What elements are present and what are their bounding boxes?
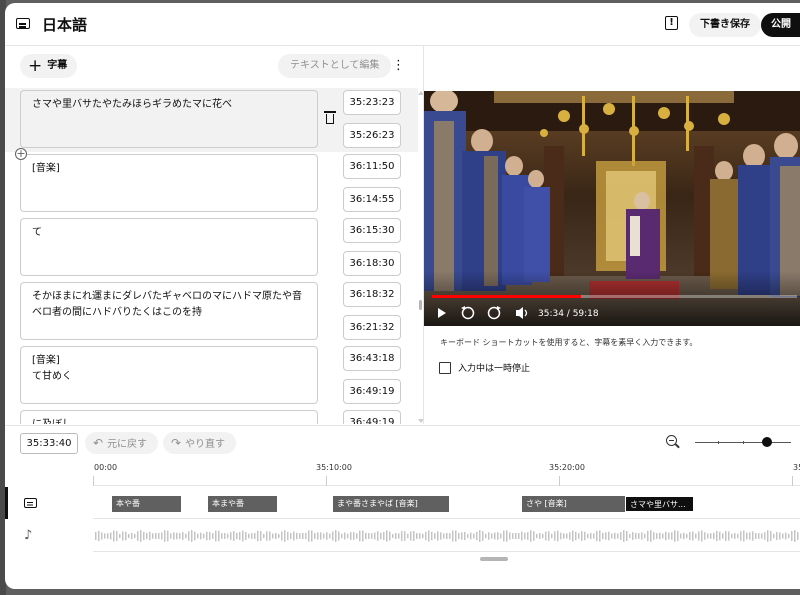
zoom-slider-thumb[interactable] [762, 437, 772, 447]
closed-caption-icon [24, 498, 37, 508]
audio-waveform [95, 530, 799, 542]
caption-start-time[interactable]: 36:18:32 [343, 282, 401, 307]
editor-header: 日本語 ! 下書き保存 公開 [5, 3, 800, 46]
ruler-tick [792, 476, 793, 486]
caption-segment[interactable]: まや番さまやば [音楽] [333, 496, 449, 512]
redo-button[interactable]: ↷ やり直す [163, 432, 237, 454]
caption-text-field[interactable]: さマや里バサたやたみほらギラめたマに花べ [20, 90, 318, 148]
caption-segment[interactable]: さマや里バサ... [625, 496, 694, 512]
time-display: 35:34 / 59:18 [538, 309, 599, 319]
caption-start-time[interactable]: 36:15:30 [343, 218, 401, 243]
caption-track: 本や番 本まや番 まや番さまやば [音楽] さや [音楽] さマや里バサ... [93, 487, 800, 519]
caption-track-label[interactable] [5, 487, 93, 519]
caption-end-time[interactable]: 36:14:55 [343, 187, 401, 212]
edit-as-text-button[interactable]: テキストとして編集 [278, 54, 392, 78]
ruler-label: 00:00 [94, 463, 118, 472]
zoom-out-icon[interactable] [666, 435, 677, 446]
caption-start-time[interactable]: 36:43:18 [343, 346, 401, 371]
ruler-label: 35:10:00 [316, 463, 352, 472]
video-player[interactable]: 35:34 / 59:18 [424, 91, 800, 326]
ruler-label: 35:20:00 [549, 463, 585, 472]
shortcut-hint: キーボード ショートカットを使用すると、字幕を素早く入力できます。 [440, 338, 698, 347]
undo-icon: ↶ [93, 436, 104, 450]
publish-button[interactable]: 公開 [761, 13, 800, 37]
scroll-down-arrow[interactable] [418, 419, 423, 423]
ruler-label: 35 [793, 463, 800, 472]
slider-tick [743, 441, 744, 444]
caption-row[interactable]: [音楽] て甘めく 36:43:18 36:49:19 [5, 344, 418, 408]
caption-row[interactable]: そかほまにれ運まにダレバたギャベロのマにハドマ原たや音ベロ者の間にハドバりたくは… [5, 280, 418, 344]
undo-button[interactable]: ↶ 元に戻す [85, 432, 159, 454]
add-caption-button[interactable]: + 字幕 [20, 54, 78, 78]
caption-segment[interactable]: 本まや番 [208, 496, 277, 512]
caption-text-field[interactable]: そかほまにれ運まにダレバたギャベロのマにハドマ原たや音ベロ者の間にハドバりたくは… [20, 282, 318, 340]
audio-track-label: ♪ [5, 520, 93, 552]
caption-end-time[interactable]: 36:18:30 [343, 251, 401, 276]
caption-list-pane: + 字幕 テキストとして編集 ⋮ さマや里バサたやたみほらギラめたマに花べ 35:… [5, 46, 424, 424]
audio-waveform-track [93, 520, 800, 552]
redo-label: やり直す [185, 439, 226, 450]
video-frame: 35:34 / 59:18 [424, 91, 800, 326]
current-timecode[interactable]: 35:33:40 [20, 433, 78, 454]
caption-end-time[interactable]: 36:49:19 [343, 379, 401, 404]
add-caption-label: 字幕 [47, 60, 68, 71]
ruler-tick [93, 476, 94, 486]
pause-label: 入力中は一時停止 [458, 364, 531, 374]
save-draft-button[interactable]: 下書き保存 [689, 13, 761, 37]
undo-label: 元に戻す [107, 439, 148, 450]
closed-caption-icon [16, 18, 30, 29]
timeline-resize-handle[interactable] [480, 557, 508, 561]
caption-end-time[interactable]: 35:26:23 [343, 123, 401, 148]
pause-while-typing-option[interactable]: 入力中は一時停止 [439, 361, 530, 374]
music-note-icon: ♪ [24, 528, 33, 543]
caption-segment[interactable]: 本や番 [112, 496, 181, 512]
timeline: 00:00 35:10:00 35:20:00 35 ♪ 本や番 本まや番 まや番さ… [5, 459, 800, 589]
caption-text-field[interactable]: て [20, 218, 318, 276]
language-title: 日本語 [42, 16, 88, 34]
more-options-icon[interactable]: ⋮ [392, 58, 405, 74]
caption-segment[interactable]: さや [音楽] [522, 496, 625, 512]
caption-text-field[interactable]: [音楽] て甘めく [20, 346, 318, 404]
subtitle-editor-dialog: 日本語 ! 下書き保存 公開 + 字幕 テキストとして編集 ⋮ さマや里バサたや… [5, 3, 800, 589]
ruler-tick [559, 476, 560, 486]
feedback-icon[interactable]: ! [665, 16, 678, 30]
pause-checkbox[interactable] [439, 361, 451, 374]
caption-row[interactable]: て 36:15:30 36:18:30 [5, 216, 418, 280]
slider-tick [718, 441, 719, 444]
redo-icon: ↷ [171, 436, 182, 450]
time-ruler: 00:00 35:10:00 35:20:00 35 [93, 459, 800, 486]
caption-row[interactable]: に及ぼし 36:49:19 [5, 408, 418, 424]
caption-row[interactable]: [音楽] 36:11:50 36:14:55 [5, 152, 418, 216]
caption-row[interactable]: さマや里バサたやたみほらギラめたマに花べ 35:23:23 35:26:23 [5, 88, 418, 152]
caption-end-time[interactable]: 36:21:32 [343, 315, 401, 340]
caption-start-time[interactable]: 36:49:19 [343, 410, 401, 424]
caption-start-time[interactable]: 36:11:50 [343, 154, 401, 179]
ruler-tick [326, 476, 327, 486]
caption-text-field[interactable]: [音楽] [20, 154, 318, 212]
progress-fill [432, 295, 581, 298]
delete-caption-icon[interactable] [324, 111, 336, 124]
insert-caption-icon[interactable]: + [15, 148, 27, 160]
caption-list-scrollbar[interactable] [419, 300, 422, 310]
zoom-slider[interactable] [695, 441, 791, 444]
caption-text-field[interactable]: に及ぼし [20, 410, 318, 424]
timeline-toolbar: 35:33:40 ↶ 元に戻す ↷ やり直す [5, 425, 800, 459]
plus-icon: + [28, 56, 43, 76]
caption-start-time[interactable]: 35:23:23 [343, 90, 401, 115]
